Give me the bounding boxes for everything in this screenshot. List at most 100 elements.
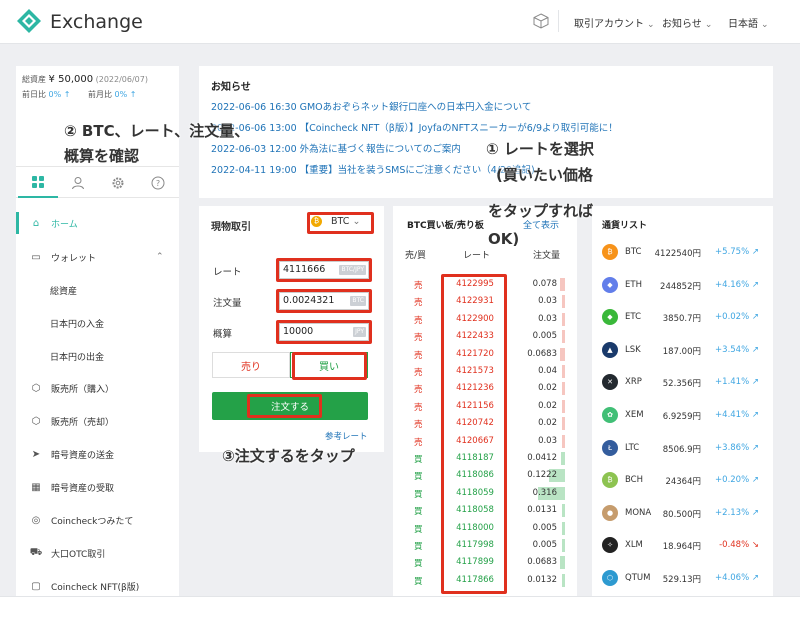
tab-user[interactable] bbox=[58, 167, 98, 198]
sidebar-item-buy[interactable]: ⬡ 販売所（購入） bbox=[16, 377, 179, 399]
sidebar-item-wallet[interactable]: ▭ ウォレット ⌃ bbox=[16, 246, 179, 268]
annotation-select-rate-3: をタップすれば bbox=[488, 202, 594, 220]
sidebar-item-sell[interactable]: ⬡ 販売所（売却） bbox=[16, 410, 179, 432]
depth-bar bbox=[562, 539, 565, 552]
tab-grid[interactable] bbox=[18, 167, 58, 198]
truck-icon: ⛟ bbox=[29, 546, 43, 558]
sidebar-sub-jpy-deposit[interactable]: 日本円の入金 bbox=[50, 317, 104, 330]
sidebar-sub-total-assets[interactable]: 総資産 bbox=[50, 284, 77, 297]
trend-up-icon: ↗ bbox=[749, 410, 759, 420]
news-item[interactable]: 2022-06-06 16:30 GMOあおぞらネット銀行口座への日本円入金につ… bbox=[211, 99, 531, 113]
order-title: 現物取引 bbox=[211, 222, 251, 233]
currency-price: 244852円 bbox=[660, 281, 701, 292]
sidebar-item-label: Coincheck NFT(β版) bbox=[51, 582, 140, 593]
currency-row-ltc[interactable]: Ł LTC 8506.9円 +3.86% ↗ bbox=[592, 432, 773, 464]
currency-row-lsk[interactable]: ▲ LSK 187.00円 +3.54% ↗ bbox=[592, 334, 773, 366]
currency-change-value: +2.13% bbox=[715, 507, 750, 518]
order-amount: 0.0683 bbox=[527, 348, 557, 359]
col-amount: 注文量 bbox=[533, 251, 561, 261]
xrp-coin-icon: ✕ bbox=[602, 374, 618, 391]
sidebar-item-label: ホーム bbox=[51, 219, 78, 230]
sell-toggle[interactable]: 売り bbox=[212, 352, 290, 378]
order-amount: 0.02 bbox=[538, 400, 557, 411]
nav-news[interactable]: お知らせ ⌄ bbox=[662, 15, 712, 30]
send-icon: ➤ bbox=[31, 448, 41, 460]
cube-icon[interactable] bbox=[533, 13, 549, 29]
currency-price: 80.500円 bbox=[662, 509, 701, 520]
currency-price: 4122540円 bbox=[654, 249, 701, 259]
tab-settings[interactable] bbox=[98, 167, 138, 198]
sidebar-sub-jpy-withdraw[interactable]: 日本円の出金 bbox=[50, 350, 104, 363]
news-item[interactable]: 2022-04-11 19:00 【重要】当社を装うSMSにご注意ください（4/… bbox=[211, 162, 535, 176]
depth-bar bbox=[560, 452, 565, 465]
sidebar-item-label: 暗号資産の送金 bbox=[51, 450, 115, 461]
home-icon: ⌂ bbox=[32, 217, 40, 229]
tab-help[interactable]: ? bbox=[138, 167, 178, 198]
sidebar-item-label: 販売所（購入） bbox=[51, 384, 115, 395]
currency-change-value: +3.86% bbox=[715, 442, 750, 453]
currency-row-eth[interactable]: ◆ ETH 244852円 +4.16% ↗ bbox=[592, 269, 773, 301]
currency-row-mona[interactable]: ● MONA 80.500円 +2.13% ↗ bbox=[592, 497, 773, 529]
order-side: 売 bbox=[414, 368, 423, 378]
currency-change-value: +3.54% bbox=[715, 344, 750, 355]
currency-row-xem[interactable]: ✿ XEM 6.9259円 +4.41% ↗ bbox=[592, 399, 773, 431]
order-amount: 0.03 bbox=[538, 435, 557, 446]
currency-symbol: BTC bbox=[625, 247, 642, 257]
month-change: 前月比 0% ↑ bbox=[88, 89, 136, 100]
day-change-value: 0% ↑ bbox=[48, 90, 71, 99]
order-amount: 0.02 bbox=[538, 418, 557, 429]
total-assets-label: 総資産 bbox=[22, 75, 46, 84]
lsk-coin-icon: ▲ bbox=[602, 341, 618, 358]
currency-price: 18.964円 bbox=[662, 542, 701, 553]
currency-row-btc[interactable]: ₿ BTC 4122540円 +5.75% ↗ bbox=[592, 236, 773, 268]
sidebar-item-home[interactable]: ⌂ ホーム bbox=[16, 212, 179, 234]
currency-row-etc[interactable]: ◆ ETC 3850.7円 +0.02% ↗ bbox=[592, 301, 773, 333]
estimate-label: 概算 bbox=[213, 329, 233, 340]
order-side: 売 bbox=[414, 385, 423, 396]
trend-down-icon: ↘ bbox=[749, 540, 759, 551]
sidebar-item-nft[interactable]: ▢ Coincheck NFT(β版) bbox=[16, 575, 179, 597]
header-divider bbox=[558, 10, 559, 32]
depth-bar bbox=[562, 417, 565, 431]
trend-up-icon: ↗ bbox=[749, 507, 759, 518]
nav-trading-account[interactable]: 取引アカウント ⌄ bbox=[574, 15, 655, 30]
order-amount: 0.0683 bbox=[527, 557, 557, 568]
depth-bar bbox=[562, 312, 565, 326]
sidebar-item-otc[interactable]: ⛟ 大口OTC取引 bbox=[16, 542, 179, 564]
annotation-check-2: 概算を確認 bbox=[64, 147, 140, 165]
currency-change-value: +4.16% bbox=[715, 279, 750, 290]
sidebar-item-receive[interactable]: ▦ 暗号資産の受取 bbox=[16, 476, 179, 498]
currency-change-value: +0.02% bbox=[715, 312, 750, 323]
order-side: 売 bbox=[414, 298, 423, 309]
nav-language[interactable]: 日本語 ⌄ bbox=[728, 15, 769, 30]
currency-row-xlm[interactable]: ✧ XLM 18.964円 -0.48% ↘ bbox=[592, 529, 773, 561]
order-amount: 0.03 bbox=[538, 313, 557, 324]
currency-row-bch[interactable]: ₿ BCH 24364円 +0.20% ↗ bbox=[592, 464, 773, 496]
currency-price: 24364円 bbox=[665, 477, 701, 488]
brand-name[interactable]: Exchange bbox=[50, 11, 143, 33]
total-assets: 総資産 ¥ 50,000 (2022/06/07) bbox=[22, 74, 148, 85]
btc-coin-icon: ₿ bbox=[602, 244, 618, 260]
currency-change-value: +4.06% bbox=[715, 573, 750, 583]
exchange-logo-icon[interactable] bbox=[16, 8, 42, 34]
sidebar-item-tsumitate[interactable]: ◎ Coincheckつみたて bbox=[16, 509, 179, 531]
currency-change: +4.16% ↗ bbox=[715, 280, 759, 290]
wallet-icon: ▭ bbox=[31, 251, 41, 263]
reference-rate-link[interactable]: 参考レート bbox=[325, 430, 368, 442]
currency-row-xrp[interactable]: ✕ XRP 52.356円 +1.41% ↗ bbox=[592, 366, 773, 398]
order-side: 売 bbox=[414, 402, 423, 413]
chevron-down-icon: ⌄ bbox=[761, 20, 769, 30]
trend-up-icon: ↗ bbox=[749, 279, 759, 290]
news-item[interactable]: 2022-06-03 12:00 外為法に基づく報告についてのご案内 bbox=[211, 141, 461, 155]
news-item[interactable]: 2022-06-06 13:00 【Coincheck NFT（β版）】Joyf… bbox=[211, 120, 618, 134]
trend-up-icon: ↗ bbox=[749, 377, 759, 388]
xlm-coin-icon: ✧ bbox=[602, 537, 618, 554]
currency-row-qtum[interactable]: ⬡ QTUM 529.13円 +4.06% ↗ bbox=[592, 562, 773, 594]
sidebar-item-send[interactable]: ➤ 暗号資産の送金 bbox=[16, 443, 179, 465]
depth-bar bbox=[562, 295, 565, 309]
order-side: 買 bbox=[414, 524, 423, 535]
currency-price: 52.356円 bbox=[662, 379, 701, 390]
currency-change: +4.41% ↗ bbox=[715, 410, 759, 420]
box-icon: ⬡ bbox=[31, 415, 41, 427]
annotation-submit: ③注文するをタップ bbox=[222, 447, 355, 465]
